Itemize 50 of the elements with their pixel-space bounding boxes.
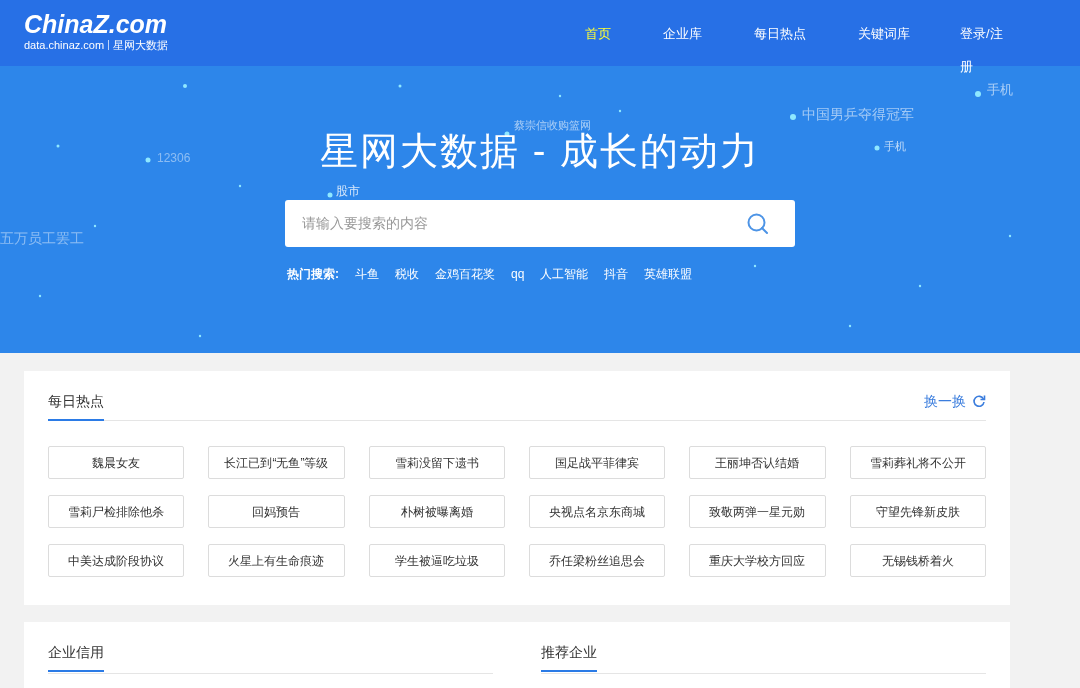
- search-input[interactable]: 请输入要搜索的内容: [302, 213, 747, 234]
- floating-keyword: 12306: [157, 152, 191, 165]
- section-tab[interactable]: 每日热点: [48, 391, 104, 421]
- floating-keyword: 手机: [987, 83, 1013, 96]
- nav-link[interactable]: 企业库: [663, 0, 702, 50]
- hot-topic-tag[interactable]: 回妈预告: [208, 495, 345, 528]
- hot-search-link[interactable]: 金鸡百花奖: [435, 265, 495, 283]
- hot-search-link[interactable]: 英雄联盟: [644, 265, 693, 283]
- logo-domain: data.chinaz.com: [24, 38, 105, 52]
- floating-keyword: 蔡崇信收购篮网: [514, 119, 591, 131]
- hot-topic-tag[interactable]: 雪莉尸检排除他杀: [48, 495, 185, 528]
- hot-topic-tag[interactable]: 王丽坤否认结婚: [689, 446, 826, 479]
- hot-topic-tag[interactable]: 雪莉葬礼将不公开: [849, 446, 986, 479]
- refresh-link[interactable]: 换一换: [924, 391, 986, 411]
- floating-keyword: 五万员工罢工: [0, 232, 84, 245]
- hot-topic-tag[interactable]: 致敬两弹一星元勋: [689, 495, 826, 528]
- nav-link[interactable]: 每日热点: [754, 0, 806, 50]
- hot-search-link[interactable]: qq: [511, 265, 525, 283]
- hot-search-link[interactable]: 抖音: [604, 265, 629, 283]
- hot-topic-tag[interactable]: 守望先锋新皮肤: [849, 495, 986, 528]
- hot-topic-tag[interactable]: 魏晨女友: [48, 446, 185, 479]
- search-icon[interactable]: [747, 212, 769, 235]
- hot-topic-tag[interactable]: 长江已到“无鱼”等级: [208, 446, 345, 479]
- floating-keyword: 手机: [884, 140, 906, 153]
- search-field[interactable]: 请输入要搜索的内容: [285, 200, 795, 247]
- nav-link[interactable]: 首页: [585, 0, 611, 50]
- nav-link[interactable]: 登录/注册: [960, 0, 1010, 83]
- logo-subtitle: 星网大数据: [113, 38, 169, 52]
- hot-search-link[interactable]: 人工智能: [540, 265, 589, 283]
- logo[interactable]: ChinaZ.com: [24, 10, 168, 38]
- hot-search-link[interactable]: 斗鱼: [355, 265, 379, 283]
- hot-topic-tag[interactable]: 重庆大学校方回应: [689, 544, 826, 577]
- hero-title: 星网大数据 - 成长的动力: [320, 132, 760, 170]
- floating-keyword: 股市: [336, 185, 360, 198]
- hot-topic-tag[interactable]: 国足战平菲律宾: [529, 446, 666, 479]
- nav-link[interactable]: 关键词库: [858, 0, 910, 50]
- section-tab[interactable]: 推荐企业: [541, 642, 597, 672]
- hot-topic-tag[interactable]: 朴树被曝离婚: [368, 495, 505, 528]
- hot-topic-tag[interactable]: 无锡钱桥着火: [849, 544, 986, 577]
- hot-search-link[interactable]: 税收: [395, 265, 419, 283]
- hot-topic-tag[interactable]: 央视点名京东商城: [529, 495, 666, 528]
- hot-topic-tag[interactable]: 火星上有生命痕迹: [208, 544, 345, 577]
- hot-topic-tag[interactable]: 雪莉没留下遗书: [368, 446, 505, 479]
- hot-topic-tag[interactable]: 乔任梁粉丝追思会: [529, 544, 666, 577]
- hot-search-label: 热门搜索:: [287, 266, 339, 283]
- hot-topic-tag[interactable]: 中美达成阶段协议: [48, 544, 185, 577]
- hot-topic-tag[interactable]: 学生被逼吃垃圾: [368, 544, 505, 577]
- floating-keyword: 中国男乒夺得冠军: [802, 108, 914, 121]
- section-tab[interactable]: 企业信用: [48, 642, 104, 672]
- refresh-icon: [972, 394, 986, 408]
